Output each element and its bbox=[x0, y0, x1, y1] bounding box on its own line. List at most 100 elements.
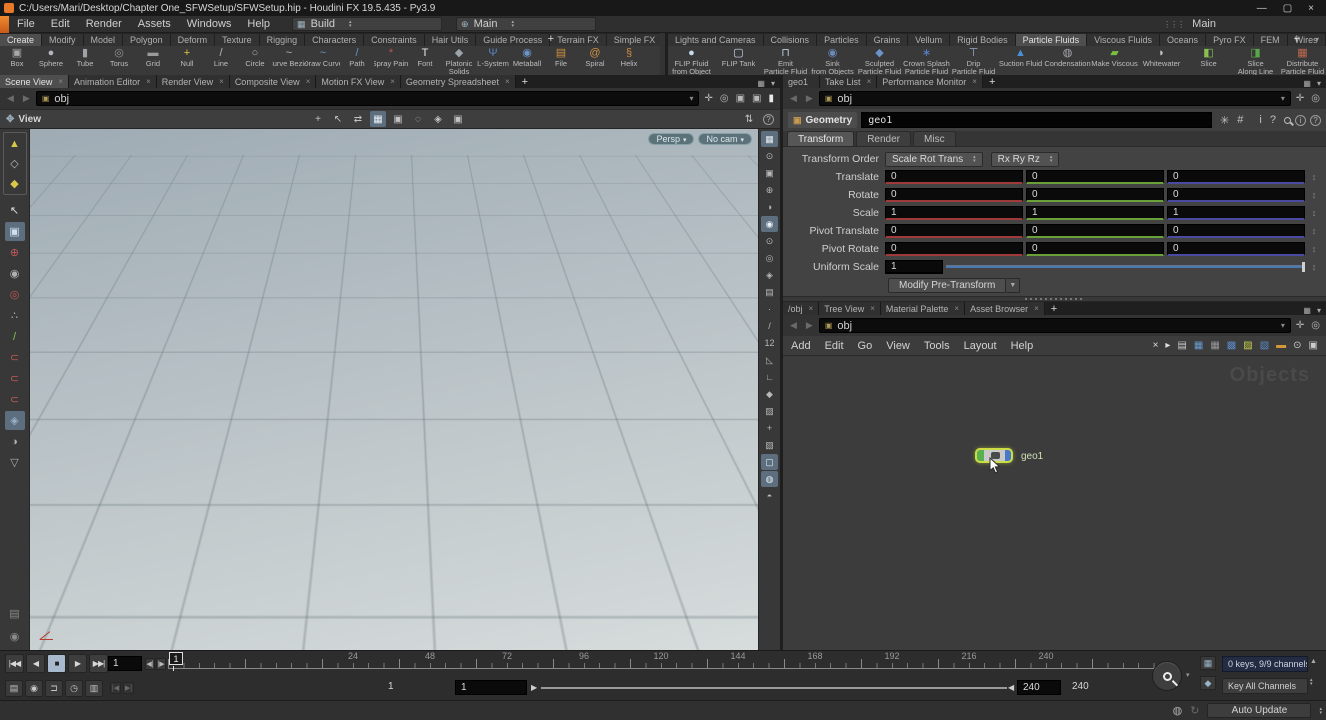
wrench-icon[interactable]: × bbox=[1153, 340, 1159, 351]
minimize-button[interactable]: — bbox=[1257, 3, 1267, 14]
close-tab-icon[interactable]: × bbox=[219, 77, 224, 86]
shelf-tab[interactable]: Vellum bbox=[908, 34, 951, 46]
close-tab-icon[interactable]: × bbox=[306, 77, 311, 86]
y-value-field[interactable]: 0 bbox=[1026, 188, 1164, 202]
updown-icon[interactable]: ▴ ▾ bbox=[1310, 678, 1313, 687]
pane-caret-icon[interactable]: ▾ bbox=[771, 79, 775, 88]
camera-selector[interactable]: No cam ▾ bbox=[698, 133, 752, 145]
network-canvas[interactable]: Objects geo1 bbox=[783, 356, 1326, 650]
pin-icon[interactable]: ✛ bbox=[1294, 93, 1306, 104]
add-shelf-tab-button[interactable]: + bbox=[1288, 33, 1306, 45]
path-caret-icon[interactable]: ▾ bbox=[1281, 94, 1285, 103]
node-name-field[interactable]: geo1 bbox=[861, 112, 1213, 128]
shelf-tool[interactable]: ▲ Suction Fluid bbox=[997, 46, 1044, 75]
y-value-field[interactable]: 0 bbox=[1026, 224, 1164, 238]
menu-item[interactable]: Windows bbox=[179, 16, 240, 33]
refresh-icon[interactable]: ↻ bbox=[1190, 704, 1199, 717]
snapshot-tool-icon[interactable]: ◑ bbox=[5, 432, 25, 451]
visualizers-icon[interactable]: ◆ bbox=[761, 386, 778, 402]
help-circle-icon[interactable]: ? bbox=[1270, 114, 1276, 126]
select-mode-objects-icon[interactable]: ▲ bbox=[5, 134, 25, 153]
shelf-tab[interactable]: Particle Fluids bbox=[1015, 34, 1088, 46]
shelf-tool[interactable]: *Spray Paint bbox=[374, 46, 408, 75]
uv-grid-icon[interactable]: ∟ bbox=[761, 369, 778, 385]
add-pane-tab-button[interactable]: + bbox=[983, 76, 1001, 88]
channel-icon[interactable]: ↕ bbox=[1308, 190, 1320, 200]
play-reverse-button[interactable]: ◀ bbox=[26, 654, 45, 673]
flipbook-icon[interactable]: ⊐ bbox=[45, 680, 63, 697]
shelf-tool[interactable]: + Null bbox=[170, 46, 204, 75]
path-input[interactable]: ▣ obj ▾ bbox=[818, 91, 1291, 106]
path-caret-icon[interactable]: ▾ bbox=[689, 94, 693, 103]
pane-tab[interactable]: Material Palette × bbox=[880, 302, 966, 315]
menu-item[interactable]: Tools bbox=[924, 340, 950, 352]
shelf-tab[interactable]: Guide Process bbox=[476, 34, 551, 46]
caret-down-icon[interactable]: ▾ bbox=[1186, 671, 1190, 679]
shelf-tool[interactable]: ● FLIP Fluid from Object bbox=[668, 46, 715, 75]
uniform-scale-slider[interactable] bbox=[946, 260, 1305, 274]
shelf-tab[interactable]: Polygon bbox=[123, 34, 171, 46]
shelf-tool[interactable]: ⊤ Drip Particle Fluid bbox=[950, 46, 997, 75]
shelf-tab[interactable]: Pyro FX bbox=[1206, 34, 1254, 46]
caret-down-icon[interactable]: ▼ bbox=[1006, 277, 1021, 293]
param-tab[interactable]: Misc bbox=[913, 131, 956, 146]
menu-item[interactable]: Assets bbox=[130, 16, 179, 33]
update-mode-select[interactable]: Auto Update bbox=[1207, 703, 1312, 718]
shelf-tab[interactable]: Simple FX bbox=[606, 34, 660, 46]
magnet-tool-icon[interactable]: ⊂ bbox=[5, 348, 25, 367]
menu-item[interactable]: Edit bbox=[825, 340, 844, 352]
magnifier-icon[interactable] bbox=[1284, 116, 1291, 124]
pane-tab[interactable]: Animation Editor × bbox=[69, 75, 157, 88]
x-value-field[interactable]: 0 bbox=[885, 242, 1023, 256]
back-icon[interactable]: ◀ bbox=[4, 93, 17, 104]
shelf-tool[interactable]: ○ Circle bbox=[238, 46, 272, 75]
range-right-handle[interactable]: ◀ bbox=[1008, 683, 1014, 692]
close-tab-icon[interactable]: × bbox=[870, 304, 875, 313]
viewport-3d[interactable]: Persp ▾ No cam ▾ bbox=[30, 129, 758, 650]
set-key-button[interactable] bbox=[1152, 661, 1182, 691]
x-value-field[interactable]: 1 bbox=[885, 206, 1023, 220]
back-icon[interactable]: ◀ bbox=[787, 93, 800, 104]
shelf-tool[interactable]: ▣ Box bbox=[0, 46, 34, 75]
close-tab-icon[interactable]: × bbox=[505, 77, 510, 86]
zoom-region-icon[interactable]: ⊙ bbox=[761, 148, 778, 164]
projection-selector[interactable]: Persp ▾ bbox=[648, 133, 695, 145]
pane-caret-icon[interactable]: ▾ bbox=[1317, 306, 1321, 315]
shelf-tool[interactable]: ⊓ Emit Particle Fluid bbox=[762, 46, 809, 75]
path-input[interactable]: ▣ obj ▾ bbox=[35, 91, 700, 106]
shelf-tool[interactable]: ~Draw Curve bbox=[306, 46, 340, 75]
pane-tab[interactable]: Tree View × bbox=[819, 302, 881, 315]
menu-item[interactable]: File bbox=[9, 16, 43, 33]
z-value-field[interactable]: 0 bbox=[1167, 188, 1305, 202]
shelf-tool[interactable]: ▰ Make Viscous bbox=[1091, 46, 1138, 75]
forward-icon[interactable]: ▶ bbox=[20, 93, 33, 104]
channel-icon[interactable]: ↕ bbox=[1308, 262, 1320, 272]
channels-icon[interactable]: # bbox=[1237, 114, 1243, 126]
step-forward-icon[interactable]: |▶ bbox=[156, 658, 166, 670]
select-tool-icon[interactable]: ↖ bbox=[5, 201, 25, 220]
add-shelf-tab-button[interactable]: + bbox=[542, 33, 560, 45]
pane-tab[interactable]: Geometry Spreadsheet × bbox=[400, 75, 516, 88]
grid-snap-icon[interactable]: ▦ bbox=[1210, 340, 1219, 351]
shelf-tool[interactable]: ▮ Tube bbox=[68, 46, 102, 75]
z-value-field[interactable]: 0 bbox=[1167, 170, 1305, 184]
dependency-icon[interactable]: ▬ bbox=[1276, 340, 1286, 351]
range-left-handle[interactable]: ▶ bbox=[531, 683, 537, 692]
updown-icon[interactable]: ▴ ▾ bbox=[1319, 706, 1322, 715]
modify-pretransform-button[interactable]: Modify Pre-Transform bbox=[888, 277, 1007, 293]
path-caret-icon[interactable]: ▾ bbox=[1281, 321, 1285, 330]
shelf-tab[interactable]: Rigging bbox=[259, 34, 306, 46]
select-mode-dynamics-icon[interactable]: ◆ bbox=[5, 174, 25, 193]
shelf-tool[interactable]: ◆ Platonic Solids bbox=[442, 46, 476, 75]
color-palette-icon[interactable]: ▦ bbox=[1194, 340, 1203, 351]
pane-tab[interactable]: Composite View × bbox=[229, 75, 317, 88]
shelf-tool[interactable]: ~Curve Bezier bbox=[272, 46, 306, 75]
shelf-tab[interactable]: Constraints bbox=[364, 34, 425, 46]
pin-icon[interactable]: ✛ bbox=[702, 93, 714, 104]
shelf-tool[interactable]: ▬ Grid bbox=[136, 46, 170, 75]
close-tab-icon[interactable]: × bbox=[809, 304, 814, 313]
menu-item[interactable]: Help bbox=[239, 16, 278, 33]
close-tab-icon[interactable]: × bbox=[146, 77, 151, 86]
shelf-tab[interactable]: Characters bbox=[305, 34, 365, 46]
sort-icon[interactable]: ⇅ bbox=[741, 111, 757, 127]
